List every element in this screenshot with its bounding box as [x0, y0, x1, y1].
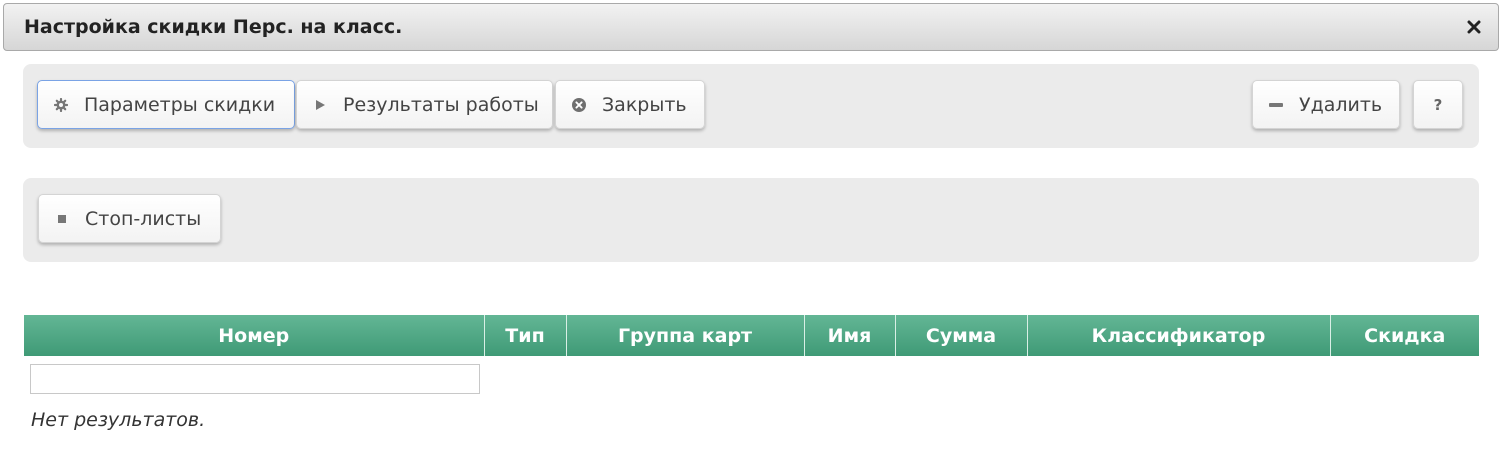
gear-icon	[54, 97, 68, 112]
work-results-label: Результаты работы	[343, 93, 539, 116]
close-icon[interactable]	[1464, 17, 1484, 37]
stop-lists-label: Стоп-листы	[85, 207, 202, 230]
main-toolbar: Параметры скидки Результаты работы Закры…	[23, 64, 1479, 148]
results-table: Номер Тип Группа карт Имя Сумма Классифи…	[24, 315, 1479, 356]
help-label: ?	[1433, 95, 1443, 114]
table-header-row: Номер Тип Группа карт Имя Сумма Классифи…	[24, 315, 1479, 356]
column-header-type[interactable]: Тип	[484, 315, 567, 356]
close-button[interactable]: Закрыть	[555, 80, 705, 129]
column-header-name[interactable]: Имя	[804, 315, 896, 356]
delete-label: Удалить	[1299, 93, 1383, 116]
close-label: Закрыть	[602, 93, 687, 116]
dialog-titlebar[interactable]: Настройка скидки Перс. на класс.	[3, 3, 1499, 51]
discount-params-button[interactable]: Параметры скидки	[37, 80, 295, 129]
column-header-number[interactable]: Номер	[24, 315, 485, 356]
help-button[interactable]: ?	[1413, 80, 1463, 129]
minus-icon	[1269, 98, 1283, 112]
number-filter-input[interactable]	[30, 364, 480, 394]
work-results-button[interactable]: Результаты работы	[296, 80, 553, 129]
column-header-card-group[interactable]: Группа карт	[566, 315, 805, 356]
close-circle-icon	[572, 97, 586, 112]
discount-params-label: Параметры скидки	[84, 93, 276, 116]
dialog: Настройка скидки Перс. на класс. Парамет…	[0, 0, 1505, 475]
column-header-discount[interactable]: Скидка	[1330, 315, 1479, 356]
column-header-classifier[interactable]: Классификатор	[1027, 315, 1331, 356]
play-icon	[313, 98, 327, 112]
no-results-message: Нет результатов.	[31, 409, 206, 431]
dialog-title: Настройка скидки Перс. на класс.	[24, 16, 403, 38]
stop-lists-button[interactable]: Стоп-листы	[38, 194, 221, 243]
delete-button[interactable]: Удалить	[1252, 80, 1400, 129]
secondary-toolbar: Стоп-листы	[23, 178, 1479, 262]
column-header-sum[interactable]: Сумма	[895, 315, 1028, 356]
square-icon	[55, 212, 69, 226]
